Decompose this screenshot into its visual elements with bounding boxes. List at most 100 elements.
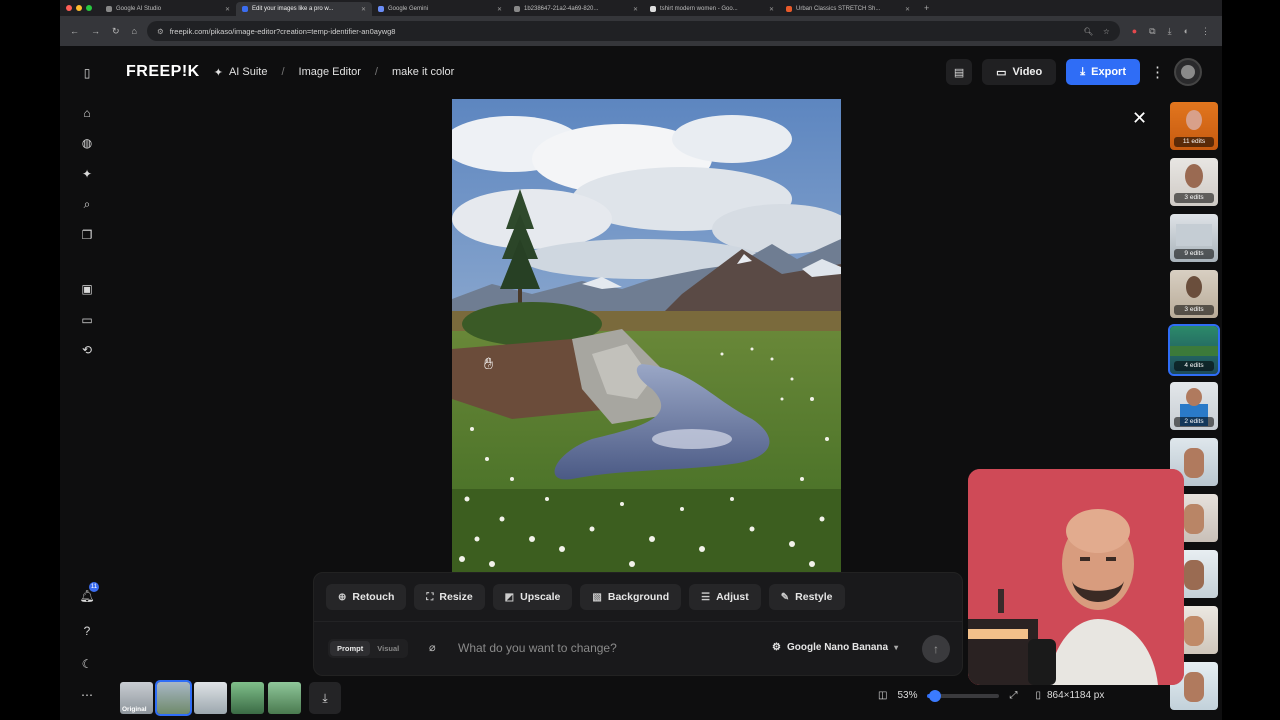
forward-icon[interactable]: → <box>91 26 100 37</box>
history-thumbnail[interactable]: 3 edits <box>1170 270 1218 318</box>
compare-icon[interactable]: ◫ <box>878 690 887 701</box>
history-thumbnail-selected[interactable]: 4 edits <box>1168 324 1220 376</box>
restyle-button[interactable]: ✎ Restyle <box>768 584 845 610</box>
model-gear-icon: ⚙ <box>772 642 781 653</box>
downloads-icon[interactable]: ⤓ <box>1168 26 1172 37</box>
prompt-mode-tab[interactable]: Prompt <box>330 641 371 656</box>
toggle-sidebar-icon[interactable]: ▯ <box>77 63 97 83</box>
download-version-button[interactable]: ⤓ <box>309 682 341 714</box>
freepik-logo[interactable]: FREEP!K <box>126 63 200 81</box>
history-thumbnail[interactable]: 11 edits <box>1170 102 1218 150</box>
tab-favicon-icon <box>786 6 792 12</box>
zoom-slider[interactable] <box>927 689 1000 702</box>
breadcrumb-image-editor[interactable]: Image Editor <box>299 66 361 78</box>
tab-close-icon[interactable]: ✕ <box>225 6 230 13</box>
tab-close-icon[interactable]: ✕ <box>769 6 774 13</box>
video-generator-icon[interactable]: ▭ <box>77 310 97 330</box>
visual-mode-tab[interactable]: Visual <box>370 641 406 656</box>
resize-crop-icon: ⛶ <box>426 591 434 603</box>
resize-button[interactable]: ⛶ Resize <box>414 584 485 610</box>
zoom-level: 53% <box>897 690 918 701</box>
tab-close-icon[interactable]: ✕ <box>497 6 502 13</box>
history-thumbnail[interactable]: 3 edits <box>1170 158 1218 206</box>
close-window-icon[interactable] <box>66 5 72 11</box>
history-thumbnail[interactable]: 9 edits <box>1170 214 1218 262</box>
presenter-video <box>968 469 1184 685</box>
retouch-button[interactable]: ⊕ Retouch <box>326 584 407 610</box>
home-icon[interactable]: ⌂ <box>132 26 137 37</box>
browser-tab-bar: Google AI Studio ✕ Edit your images like … <box>60 0 1222 16</box>
search-nav-icon[interactable]: ⌕ <box>77 194 97 214</box>
browser-menu-icon[interactable]: ⋮ <box>1201 26 1210 37</box>
home-nav-icon[interactable]: ⌂ <box>77 103 97 123</box>
version-strip: Original ⤓ <box>120 680 341 716</box>
version-thumbnail-selected[interactable] <box>155 680 192 716</box>
version-thumbnail[interactable] <box>268 682 301 714</box>
profile-icon[interactable]: ◐ <box>1184 26 1189 37</box>
zoom-slider-knob[interactable] <box>928 689 941 702</box>
adjust-button[interactable]: ☰ Adjust <box>689 584 761 610</box>
minimize-window-icon[interactable] <box>76 5 82 11</box>
site-info-icon[interactable]: ⚙ <box>157 27 164 36</box>
bookmark-star-icon[interactable]: ☆ <box>1103 27 1110 36</box>
browser-address-bar: ← → ↻ ⌂ ⚙ freepik.com/pikaso/image-edito… <box>60 16 1222 46</box>
browser-toolbar-icons: ● ⧉ ⤓ ◐ ⋮ <box>1120 26 1222 37</box>
notifications-bell-icon[interactable]: 🔔︎ 11 <box>77 582 99 606</box>
breadcrumb-ai-suite[interactable]: AI Suite <box>229 66 268 78</box>
theme-moon-icon[interactable]: ☾ <box>77 654 97 674</box>
extensions-puzzle-icon[interactable]: ⧉ <box>1149 26 1155 37</box>
prompt-input[interactable]: What do you want to change? <box>458 641 617 655</box>
version-thumbnail[interactable] <box>194 682 227 714</box>
save-to-folder-button[interactable]: ▤ <box>946 59 973 85</box>
browser-tab-active[interactable]: Edit your images like a pro w... ✕ <box>236 2 372 16</box>
arrow-up-icon: ↑ <box>933 642 939 656</box>
upscale-button[interactable]: ◩ Upscale <box>492 584 573 610</box>
background-button[interactable]: ▧ Background <box>580 584 682 610</box>
browser-tab[interactable]: Google Gemini ✕ <box>372 2 508 16</box>
attach-paperclip-icon[interactable]: ⌀ <box>429 641 436 654</box>
tab-close-icon[interactable]: ✕ <box>633 6 638 13</box>
image-editor-icon[interactable]: ⟲ <box>77 340 97 360</box>
prompt-mode-toggle: Prompt Visual <box>328 639 409 658</box>
avatar-image <box>1181 65 1195 79</box>
breadcrumb: ✦ AI Suite / Image Editor / make it colo… <box>214 66 455 79</box>
export-button[interactable]: ⤓ Export <box>1066 59 1140 85</box>
browser-tab[interactable]: tshirt modern women - Goo... ✕ <box>644 2 780 16</box>
tab-favicon-icon <box>106 6 112 12</box>
chevron-down-icon: ▾ <box>894 643 899 652</box>
url-field[interactable]: ⚙ freepik.com/pikaso/image-editor?creati… <box>146 21 1120 41</box>
header-actions: ▤ ▭ Video ⤓ Export ⋮ <box>946 58 1202 86</box>
download-icon: ⤓ <box>1080 65 1086 78</box>
reload-icon[interactable]: ↻ <box>112 26 120 37</box>
user-avatar[interactable] <box>1174 58 1202 86</box>
tab-close-icon[interactable]: ✕ <box>905 6 910 13</box>
more-menu-icon[interactable]: ⋮ <box>1150 63 1165 81</box>
browser-tab[interactable]: 1b238647-21a2-4a69-820... ✕ <box>508 2 644 16</box>
zoom-search-icon[interactable]: 🔍︎ <box>1083 27 1093 36</box>
back-icon[interactable]: ← <box>70 26 79 37</box>
stock-layers-icon[interactable]: ❐ <box>77 225 97 245</box>
sparkle-icon: ✦ <box>213 66 223 79</box>
ai-sparkle-icon[interactable]: ✦ <box>77 164 97 184</box>
tab-close-icon[interactable]: ✕ <box>361 6 366 13</box>
video-button[interactable]: ▭ Video <box>982 59 1057 85</box>
browser-tab[interactable]: Google AI Studio ✕ <box>100 2 236 16</box>
version-thumbnail-original[interactable]: Original <box>120 682 153 714</box>
send-button[interactable]: ↑ <box>922 635 950 663</box>
maximize-window-icon[interactable] <box>86 5 92 11</box>
new-tab-icon[interactable]: + <box>916 3 937 13</box>
image-generator-icon[interactable]: ▣ <box>77 279 97 299</box>
help-icon[interactable]: ? <box>77 621 97 641</box>
fit-screen-icon[interactable]: ⤢ <box>1009 690 1017 701</box>
extension-icon[interactable]: ● <box>1132 26 1137 37</box>
canvas-image[interactable] <box>452 99 841 573</box>
more-options-icon[interactable]: ⋯ <box>77 685 97 705</box>
browser-tab[interactable]: Urban Classics STRETCH Sh... ✕ <box>780 2 916 16</box>
landscape-image <box>452 99 841 573</box>
close-editor-icon[interactable]: ✕ <box>1132 108 1147 129</box>
retouch-icon: ⊕ <box>338 591 347 603</box>
model-selector[interactable]: ⚙ Google Nano Banana ▾ <box>772 642 898 653</box>
explore-globe-icon[interactable]: ◍ <box>77 133 97 153</box>
history-thumbnail[interactable]: 2 edits <box>1170 382 1218 430</box>
version-thumbnail[interactable] <box>231 682 264 714</box>
